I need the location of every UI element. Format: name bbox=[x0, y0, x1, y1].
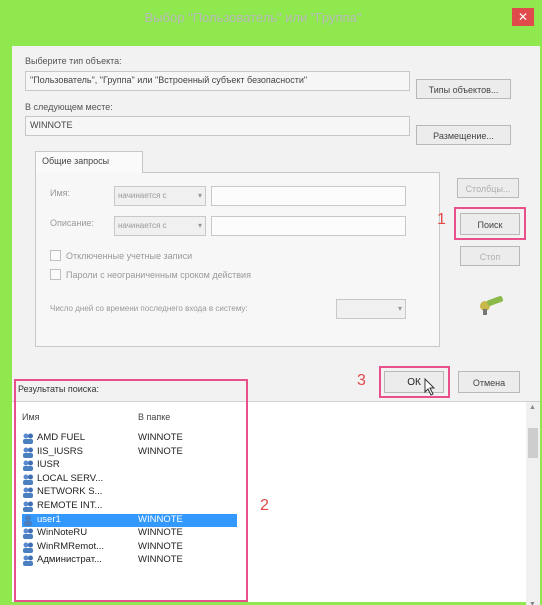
object-type-field: "Пользователь", "Группа" или "Встроенный… bbox=[25, 71, 410, 91]
name-mode-value: начинается с bbox=[118, 191, 167, 200]
dialog-body: Выберите тип объекта: "Пользователь", "Г… bbox=[12, 46, 540, 605]
location-label: В следующем месте: bbox=[25, 102, 113, 112]
name-mode-select[interactable]: начинается с ▾ bbox=[114, 186, 206, 206]
description-mode-select[interactable]: начинается с ▾ bbox=[114, 216, 206, 236]
object-type-label: Выберите тип объекта: bbox=[25, 56, 122, 66]
scroll-down-icon[interactable]: ▼ bbox=[529, 601, 536, 605]
name-label: Имя: bbox=[50, 188, 71, 198]
annotation-1: 1 bbox=[437, 211, 446, 228]
stop-button[interactable]: Стоп bbox=[460, 246, 520, 266]
locations-button[interactable]: Размещение... bbox=[416, 125, 511, 145]
title-bar: Выбор "Пользователь" или "Группа" ✕ bbox=[8, 4, 538, 30]
cancel-button[interactable]: Отмена bbox=[458, 371, 520, 393]
days-since-login-select[interactable]: ▾ bbox=[336, 299, 406, 319]
annotation-3: 3 bbox=[357, 372, 366, 389]
columns-button[interactable]: Столбцы... bbox=[457, 178, 519, 198]
annotation-2: 2 bbox=[260, 497, 269, 514]
search-users-icon bbox=[480, 296, 503, 315]
object-types-button[interactable]: Типы объектов... bbox=[416, 79, 511, 99]
close-button[interactable]: ✕ bbox=[512, 8, 534, 26]
common-queries-panel: Имя: начинается с ▾ Описание: начинается… bbox=[35, 172, 440, 347]
name-input[interactable] bbox=[211, 186, 406, 206]
window-title: Выбор "Пользователь" или "Группа" bbox=[144, 10, 362, 25]
days-since-login-label: Число дней со времени последнего входа в… bbox=[50, 304, 248, 313]
disabled-accounts-checkbox[interactable] bbox=[50, 250, 61, 261]
location-field: WINNOTE bbox=[25, 116, 410, 136]
scroll-thumb[interactable] bbox=[528, 428, 538, 458]
scroll-up-icon[interactable]: ▲ bbox=[529, 404, 536, 411]
disabled-accounts-label: Отключенные учетные записи bbox=[66, 251, 193, 261]
no-expire-passwords-label: Пароли с неограниченным сроком действия bbox=[66, 270, 251, 280]
no-expire-passwords-checkbox[interactable] bbox=[50, 269, 61, 280]
chevron-down-icon: ▾ bbox=[197, 221, 202, 230]
highlight-search-box bbox=[454, 207, 526, 240]
chevron-down-icon: ▾ bbox=[397, 304, 402, 313]
description-label: Описание: bbox=[50, 218, 94, 228]
select-users-dialog: Выбор "Пользователь" или "Группа" ✕ Выбе… bbox=[8, 4, 540, 605]
chevron-down-icon: ▾ bbox=[197, 191, 202, 200]
results-scrollbar[interactable]: ▲ ▼ bbox=[526, 402, 540, 605]
highlight-results-box bbox=[14, 379, 248, 602]
tab-common-queries[interactable]: Общие запросы bbox=[35, 151, 143, 173]
highlight-ok-box bbox=[379, 366, 450, 398]
description-mode-value: начинается с bbox=[118, 221, 167, 230]
description-input[interactable] bbox=[211, 216, 406, 236]
